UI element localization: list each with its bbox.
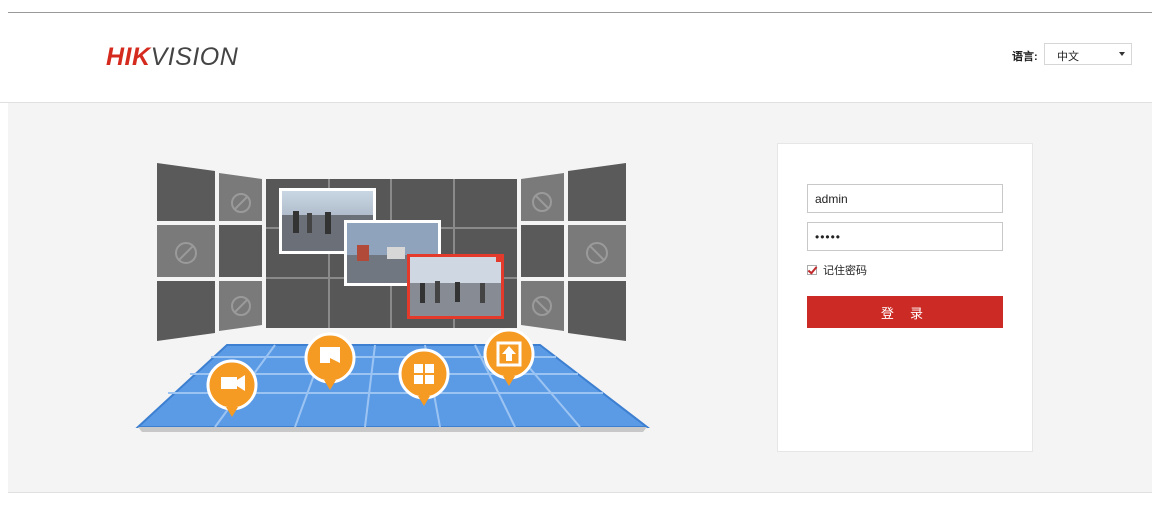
language-selected-value: 中文 [1057,51,1079,63]
logo-grey-text: VISION [150,43,239,71]
chevron-down-icon [1119,52,1125,56]
left-wall [157,163,262,341]
header: HIKVISION 语言: 中文 [0,13,1152,103]
right-wall [521,163,626,341]
language-select[interactable]: 中文 [1044,43,1132,65]
video-wall-illustration [135,163,650,432]
username-input[interactable] [807,184,1003,213]
password-input[interactable] [807,222,1003,251]
remember-checkbox[interactable] [807,265,817,275]
camera-preview-3-selected [407,254,504,319]
remember-password[interactable]: 记住密码 [807,263,867,277]
language-label: 语言: [1012,51,1038,63]
login-button[interactable]: 登 录 [807,296,1003,328]
remember-label: 记住密码 [823,265,867,277]
logo-red-text: HIK [106,43,151,71]
hikvision-logo: HIKVISION [106,43,238,72]
